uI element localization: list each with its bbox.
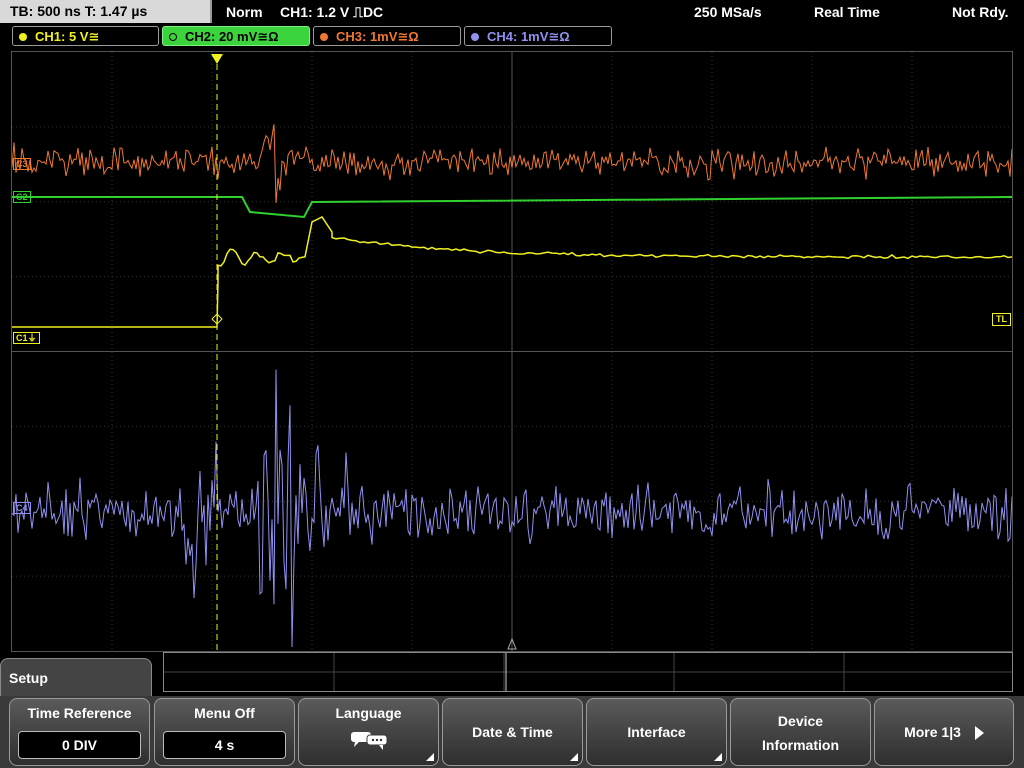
menu-off-label: Menu Off — [194, 705, 255, 721]
timebase-readout[interactable]: TB: 500 ns T: 1.47 µs — [0, 0, 212, 23]
channel-tab-ch4[interactable]: CH4: 1mV≅Ω — [464, 26, 612, 46]
ch2-indicator-icon — [169, 33, 177, 41]
arrow-right-icon — [974, 726, 984, 741]
submenu-corner-icon — [426, 753, 434, 761]
menu-off-value: 4 s — [163, 731, 286, 759]
interface-label: Interface — [627, 724, 686, 740]
ch3-indicator-icon — [320, 33, 328, 41]
date-time-label: Date & Time — [472, 724, 553, 740]
date-time-softkey[interactable]: Date & Time — [442, 698, 583, 766]
trigger-mode[interactable]: Norm — [226, 0, 263, 24]
channel-tab-ch2[interactable]: CH2: 20 mV≅Ω — [162, 26, 310, 46]
ch4-label: CH4: 1mV≅Ω — [487, 29, 570, 44]
acquisition-mode: Real Time — [814, 4, 880, 20]
interface-softkey[interactable]: Interface — [586, 698, 727, 766]
graticule-grid — [12, 52, 1012, 651]
ch1-offset-marker[interactable]: C1⏚ — [13, 332, 40, 344]
device-information-line2: Information — [762, 737, 839, 753]
device-information-line1: Device — [777, 713, 824, 729]
overview-grid — [164, 653, 1012, 691]
sample-rate: 250 MSa/s — [694, 4, 762, 20]
submenu-corner-icon — [570, 753, 578, 761]
trigger-info[interactable]: CH1: 1.2 V ⎍DC — [280, 0, 383, 24]
time-reference-value: 0 DIV — [18, 731, 141, 759]
channel-tab-ch3[interactable]: CH3: 1mV≅Ω — [313, 26, 461, 46]
status-bar: TB: 500 ns T: 1.47 µs Norm CH1: 1.2 V ⎍D… — [0, 0, 1024, 24]
speech-bubbles-icon — [351, 732, 388, 750]
more-label: More 1|3 — [904, 724, 961, 740]
time-reference-label: Time Reference — [27, 705, 132, 721]
more-label-row: More 1|3 — [875, 723, 1013, 741]
ch1-indicator-icon — [19, 33, 27, 41]
overview-strip — [163, 652, 1013, 692]
acquisition-state: Not Rdy. — [952, 4, 1009, 20]
trigger-level-marker[interactable]: TL — [992, 313, 1011, 326]
channel-tabs: CH1: 5 V≅ CH2: 20 mV≅Ω CH3: 1mV≅Ω CH4: 1… — [0, 26, 1024, 48]
waveform-canvas — [12, 52, 1012, 651]
ch3-label: CH3: 1mV≅Ω — [336, 29, 419, 44]
waveform-display[interactable]: C3 C2 C1⏚ C4 TL — [11, 51, 1013, 652]
menu-title-tab: Setup — [0, 658, 152, 698]
ch2-offset-marker[interactable]: C2 — [13, 191, 31, 203]
device-information-softkey[interactable]: Device Information — [730, 698, 871, 766]
more-softkey[interactable]: More 1|3 — [874, 698, 1014, 766]
ch1-label: CH1: 5 V≅ — [35, 29, 100, 44]
ch4-indicator-icon — [471, 33, 479, 41]
trigger-position-icon — [211, 54, 223, 64]
channel-tab-ch1[interactable]: CH1: 5 V≅ — [12, 26, 159, 46]
submenu-corner-icon — [714, 753, 722, 761]
ch3-offset-marker[interactable]: C3 — [13, 158, 31, 170]
menu-off-softkey[interactable]: Menu Off 4 s — [154, 698, 295, 766]
language-softkey[interactable]: Language — [298, 698, 439, 766]
language-label: Language — [335, 705, 402, 721]
ch4-offset-marker[interactable]: C4 — [13, 502, 31, 514]
ch2-label: CH2: 20 mV≅Ω — [185, 29, 279, 44]
time-reference-softkey[interactable]: Time Reference 0 DIV — [9, 698, 150, 766]
